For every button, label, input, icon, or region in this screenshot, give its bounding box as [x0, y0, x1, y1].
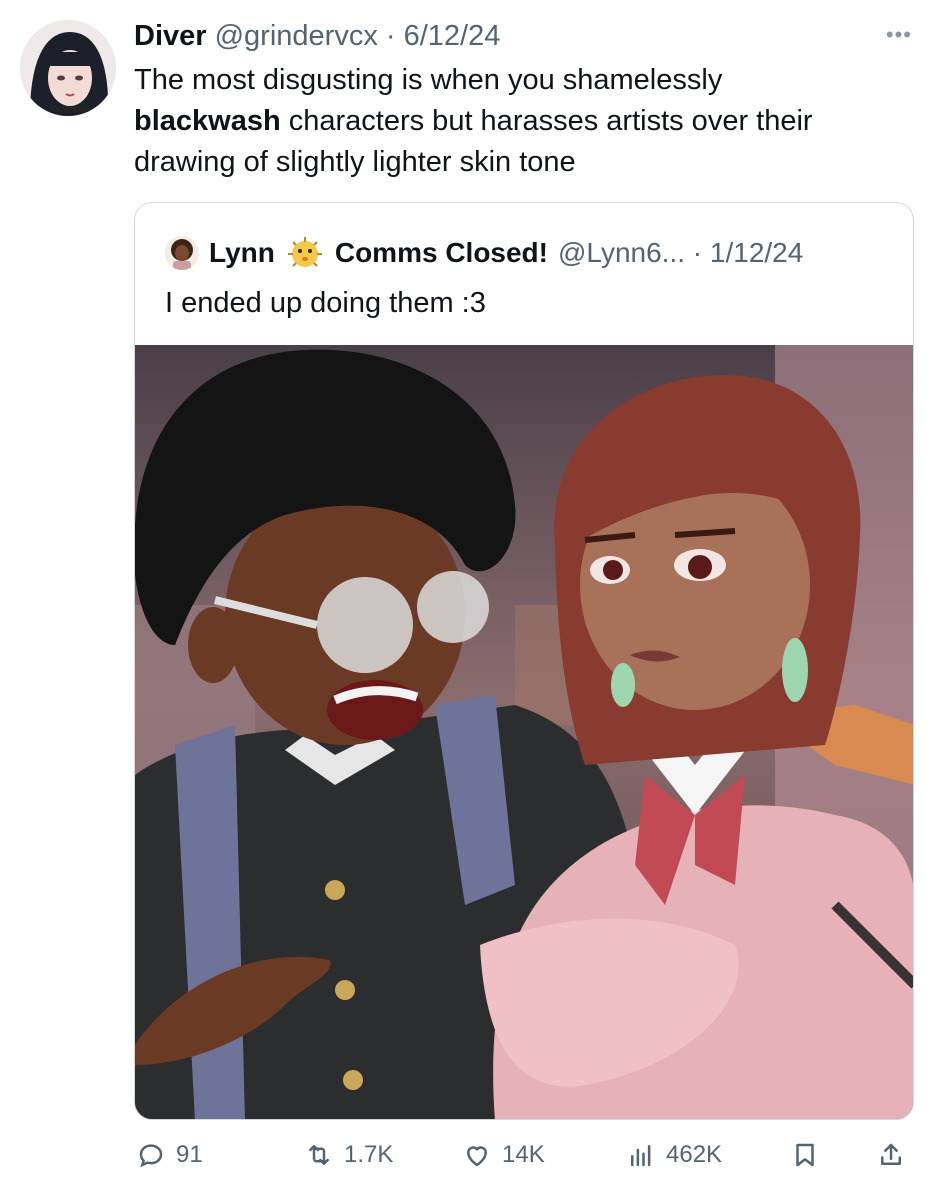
quoted-author-meta[interactable]: @Lynn6... · 1/12/24 — [558, 237, 803, 269]
heart-icon — [467, 1146, 487, 1167]
like-button[interactable]: 14K — [462, 1140, 545, 1170]
views-count: 462K — [666, 1141, 723, 1168]
like-count: 14K — [502, 1141, 545, 1168]
pufferfish-emoji-icon — [287, 237, 322, 267]
author-avatar[interactable] — [20, 20, 116, 116]
reply-button[interactable]: 91 — [136, 1140, 203, 1170]
retweet-icon — [309, 1145, 329, 1165]
author-meta[interactable]: @grindervcx · 6/12/24 — [215, 20, 501, 52]
bookmark-button[interactable] — [790, 1140, 820, 1170]
quoted-tweet-text: I ended up doing them :3 — [165, 287, 486, 319]
quoted-author-avatar[interactable] — [165, 236, 199, 270]
retweet-count: 1.7K — [344, 1141, 394, 1168]
quoted-status-label: Comms Closed! — [334, 237, 548, 268]
tweet-text-bold: blackwash — [134, 105, 281, 137]
quoted-tweet-header: Lynn Comms Closed! @Lynn6... · 1/12/24 — [165, 233, 803, 273]
quoted-avatar-illustration — [165, 236, 199, 270]
reply-icon — [139, 1144, 163, 1168]
author-name[interactable]: Diver — [134, 20, 207, 52]
tweet-text: The most disgusting is when you shameles… — [134, 60, 904, 183]
views-chart-icon — [631, 1145, 651, 1167]
views-button[interactable]: 462K — [626, 1140, 722, 1170]
bookmark-icon — [796, 1143, 814, 1167]
action-bar: 91 1.7K 14K 462K — [134, 1132, 914, 1182]
tweet-text-part1: The most disgusting is when you shameles… — [134, 64, 723, 96]
quoted-author-name[interactable]: Lynn — [209, 237, 275, 269]
share-button[interactable] — [876, 1140, 906, 1170]
share-icon — [881, 1143, 901, 1165]
avatar-illustration — [20, 20, 116, 116]
more-icon[interactable]: ••• — [886, 22, 912, 48]
reply-count: 91 — [176, 1141, 203, 1168]
quoted-tweet[interactable]: Lynn Comms Closed! @Lynn6... · 1/12/24 I… — [134, 202, 914, 1120]
tweet-header: Diver @grindervcx · 6/12/24 — [134, 18, 500, 54]
quoted-tweet-image[interactable] — [135, 345, 914, 1120]
retweet-button[interactable]: 1.7K — [304, 1140, 393, 1170]
